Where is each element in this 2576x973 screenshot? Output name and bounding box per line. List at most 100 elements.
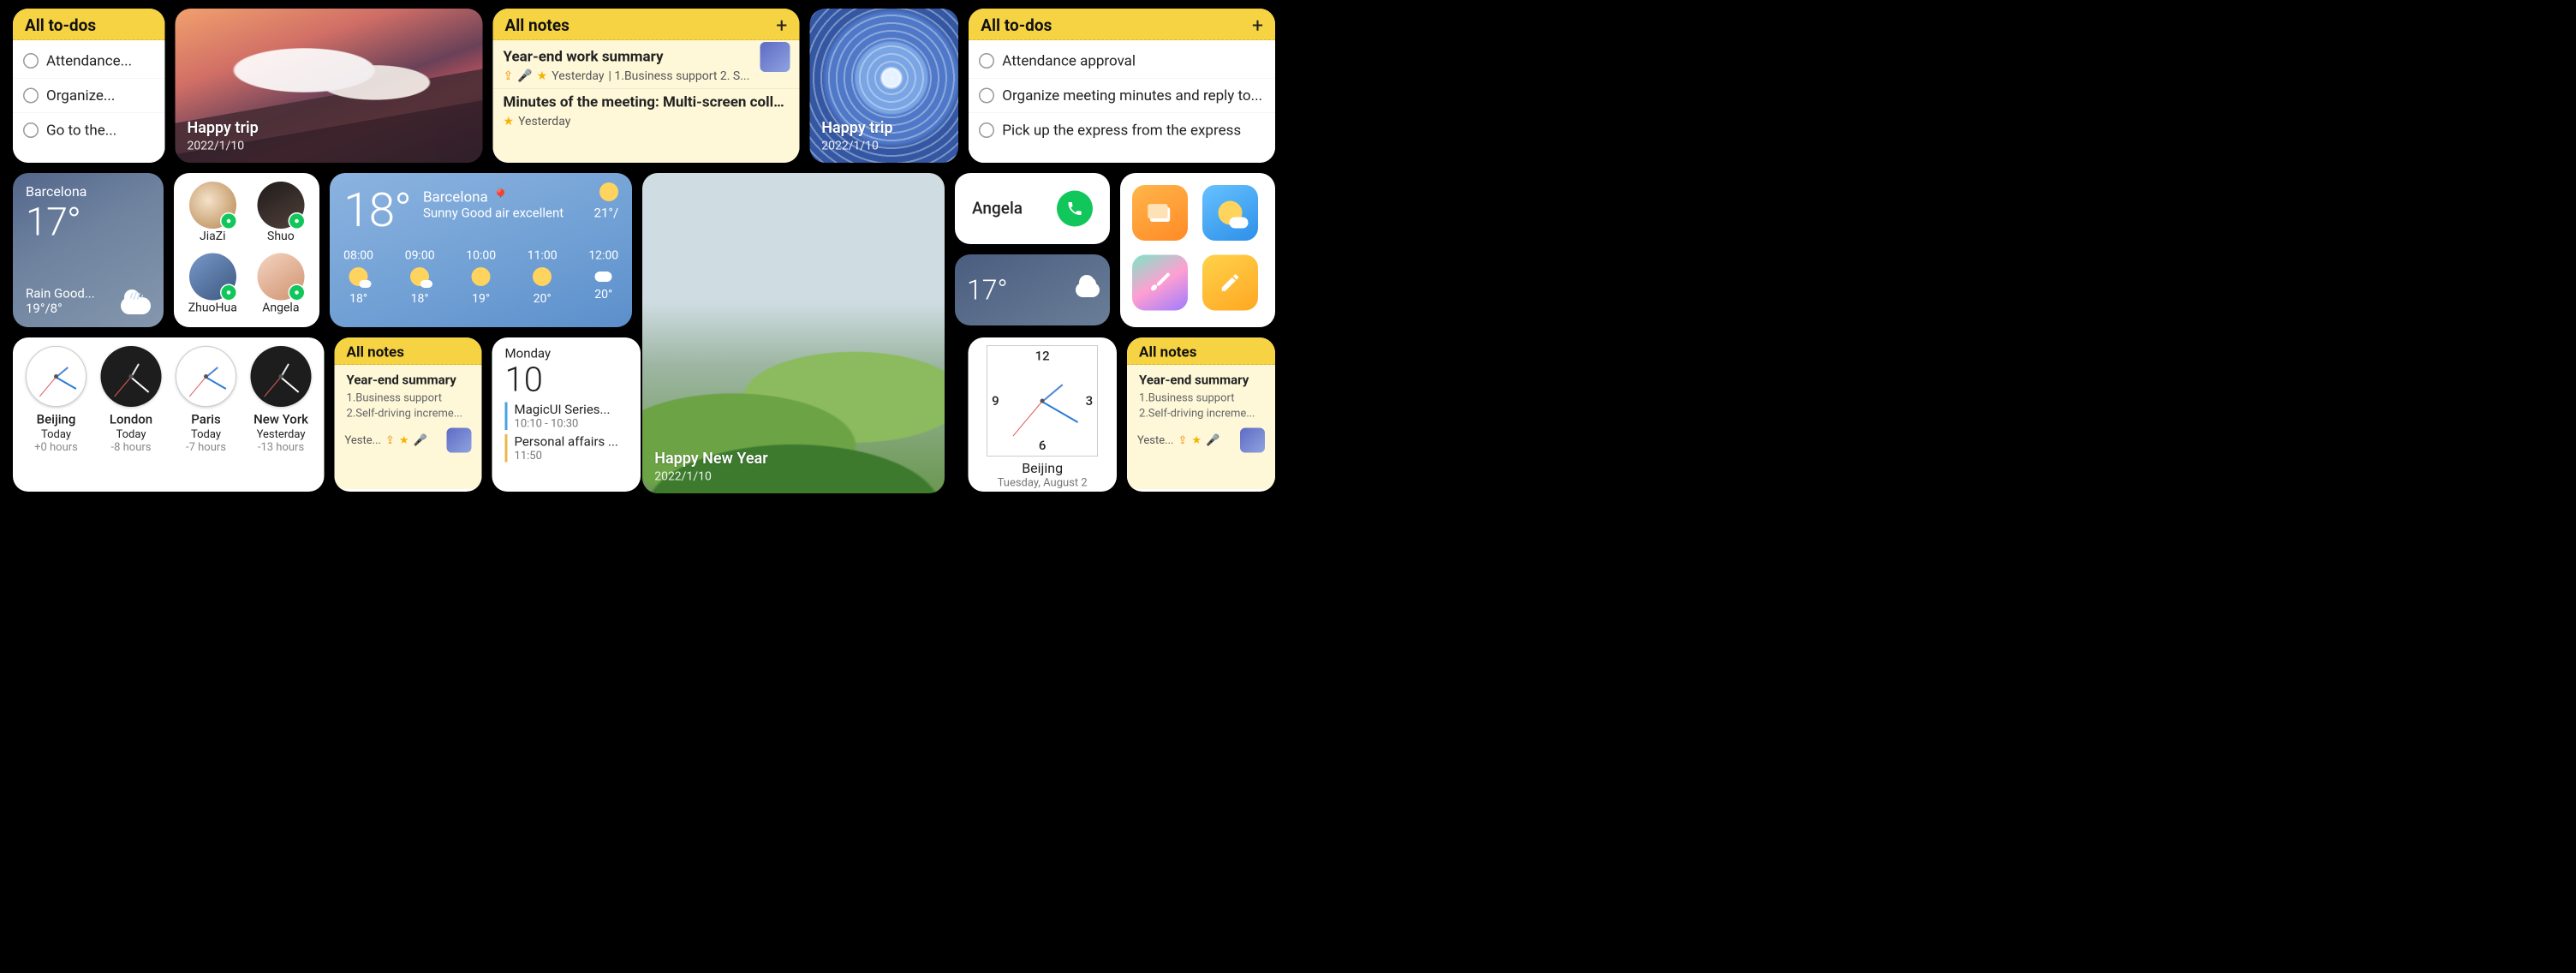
hour-item[interactable]: 09:00 18° (405, 248, 435, 306)
weather-range: 21°/ (594, 206, 619, 221)
photo-title: Happy trip (821, 119, 946, 137)
note-preview: 1.Business support 2.Self-driving increm… (335, 388, 482, 421)
todo-item[interactable]: Organize... (13, 79, 164, 114)
contacts-widget[interactable]: JiaZi Shuo ZhuoHua Angela (174, 173, 319, 327)
hour-time: 10:00 (466, 248, 496, 263)
clock-face-icon (176, 346, 236, 407)
todo-label: Attendance... (46, 52, 132, 69)
plus-icon[interactable]: + (1252, 20, 1263, 33)
notes-small-widget[interactable]: All notes Year-end summary 1.Business su… (1127, 337, 1275, 492)
notes-small-widget[interactable]: All notes Year-end summary 1.Business su… (335, 337, 482, 492)
clock-offset: +0 hours (34, 441, 78, 454)
gallery-app-icon[interactable] (1132, 185, 1188, 241)
note-date: Yeste... (345, 434, 381, 447)
note-date: Yesterday (552, 69, 604, 83)
rain-cloud-icon (121, 297, 151, 314)
note-item[interactable]: Minutes of the meeting: Multi-screen col… (493, 89, 800, 134)
avatar-icon (257, 182, 304, 229)
note-item[interactable]: Year-end work summary ⇪ 🎤 ★ Yesterday | … (493, 44, 800, 89)
clock-widget[interactable]: 12 3 6 9 Beijing Tuesday, August 2 (968, 337, 1117, 492)
phone-icon (1066, 200, 1083, 218)
todos-title: All to-dos (981, 16, 1052, 35)
plus-icon[interactable]: + (776, 20, 787, 33)
photo-widget-mountain[interactable]: Happy trip 2022/1/10 (175, 9, 482, 163)
note-date: Yesterday (518, 114, 570, 128)
todo-label: Go to the... (46, 122, 116, 139)
note-thumbnail (447, 428, 472, 453)
notes-wide-widget[interactable]: All notes + Year-end work summary ⇪ 🎤 ★ … (493, 9, 800, 163)
notes-app-icon[interactable] (1202, 255, 1258, 311)
world-clock-item[interactable]: New York Yesterday -13 hours (251, 346, 312, 483)
contact-name: Angela (262, 301, 299, 315)
avatar-icon (189, 182, 236, 229)
hour-item[interactable]: 08:00 18° (343, 248, 373, 306)
photo-title: Happy trip (187, 119, 470, 137)
hour-temp: 18° (349, 291, 367, 306)
hour-item[interactable]: 12:00 20° (588, 248, 618, 306)
photo-widget-hills[interactable]: Happy New Year 2022/1/10 (642, 173, 945, 493)
partly-cloudy-icon (349, 267, 368, 286)
weather-line: Sunny Good air excellent (423, 206, 564, 221)
calendar-event[interactable]: MagicUI Series... 10:10 - 10:30 (505, 403, 628, 431)
world-clock-item[interactable]: Paris Today -7 hours (176, 346, 236, 483)
avatar-icon (189, 254, 236, 301)
calendar-event[interactable]: Personal affairs ... 11:50 (505, 434, 628, 463)
note-preview: 1.Business support 2.Self-driving increm… (1127, 388, 1275, 421)
photo-title: Happy New Year (654, 450, 933, 468)
themes-app-icon[interactable] (1132, 255, 1188, 311)
weather-small-widget[interactable]: Barcelona 17° Rain Good... 19°/8° (13, 173, 164, 327)
weather-wide-widget[interactable]: 18° Barcelona 📍 Sunny Good air excellent… (330, 173, 632, 327)
checkbox-icon[interactable] (23, 88, 39, 104)
todos-header: All to-dos + (969, 9, 1275, 40)
note-item-title: Year-end summary (1127, 368, 1275, 388)
checkbox-icon[interactable] (23, 53, 39, 69)
checkbox-icon[interactable] (979, 122, 994, 138)
note-footer: Yeste... ⇪ ★ 🎤 (1127, 421, 1275, 460)
clock-day: Yesterday (257, 428, 306, 441)
pin-icon: ⇪ (504, 69, 514, 83)
notes-body: Year-end summary 1.Business support 2.Se… (335, 365, 482, 489)
clock-offset: -7 hours (186, 441, 226, 454)
call-widget[interactable]: Angela (955, 173, 1110, 244)
todos-list: Attendance... Organize... Go to the... (13, 40, 164, 163)
todo-item[interactable]: Attendance approval (969, 44, 1275, 79)
photo-widget-swirl[interactable]: Happy trip 2022/1/10 (809, 9, 958, 163)
contact-item[interactable]: Angela (253, 254, 309, 319)
mini-temp: 17° (967, 274, 1008, 307)
todo-item[interactable]: Attendance... (13, 44, 164, 79)
weather-temp: 18° (343, 182, 411, 238)
clock-face-icon (26, 346, 86, 407)
todos-wide-widget[interactable]: All to-dos + Attendance approval Organiz… (969, 9, 1275, 163)
notes-title: All notes (347, 343, 404, 361)
todo-item[interactable]: Go to the... (13, 113, 164, 147)
note-item-title: Minutes of the meeting: Multi-screen col… (504, 93, 790, 110)
hour-temp: 19° (472, 291, 490, 306)
calendar-widget[interactable]: Monday 10 MagicUI Series... 10:10 - 10:3… (492, 337, 641, 492)
checkbox-icon[interactable] (23, 122, 39, 138)
world-clock-item[interactable]: London Today -8 hours (101, 346, 162, 483)
todos-small-widget[interactable]: All to-dos Attendance... Organize... Go … (13, 9, 164, 163)
clock-face-icon (251, 346, 312, 407)
mini-weather-widget[interactable]: 17° (955, 254, 1110, 325)
note-item-title: Year-end summary (335, 368, 482, 388)
world-clocks-widget[interactable]: Beijing Today +0 hours London Today -8 h… (13, 337, 325, 492)
weather-app-icon[interactable] (1202, 185, 1258, 241)
contact-item[interactable]: Shuo (253, 182, 309, 248)
weather-city: Barcelona 📍 (423, 188, 564, 206)
hour-item[interactable]: 10:00 19° (466, 248, 496, 306)
checkbox-icon[interactable] (979, 88, 994, 104)
todo-item[interactable]: Organize meeting minutes and reply to... (969, 79, 1275, 114)
clock-face-icon: 12 3 6 9 (987, 345, 1098, 457)
contact-item[interactable]: JiaZi (185, 182, 241, 248)
clock-date: Tuesday, August 2 (975, 476, 1109, 489)
clock-city: London (110, 412, 152, 427)
world-clock-item[interactable]: Beijing Today +0 hours (26, 346, 86, 483)
hour-item[interactable]: 11:00 20° (528, 248, 558, 306)
contact-item[interactable]: ZhuoHua (185, 254, 241, 319)
app-grid-widget[interactable] (1120, 173, 1275, 327)
pencil-icon (1219, 272, 1241, 294)
checkbox-icon[interactable] (979, 53, 994, 69)
todo-item[interactable]: Pick up the express from the express (969, 113, 1275, 147)
weather-cond: Rain Good... (26, 286, 95, 301)
phone-button[interactable] (1057, 191, 1093, 227)
